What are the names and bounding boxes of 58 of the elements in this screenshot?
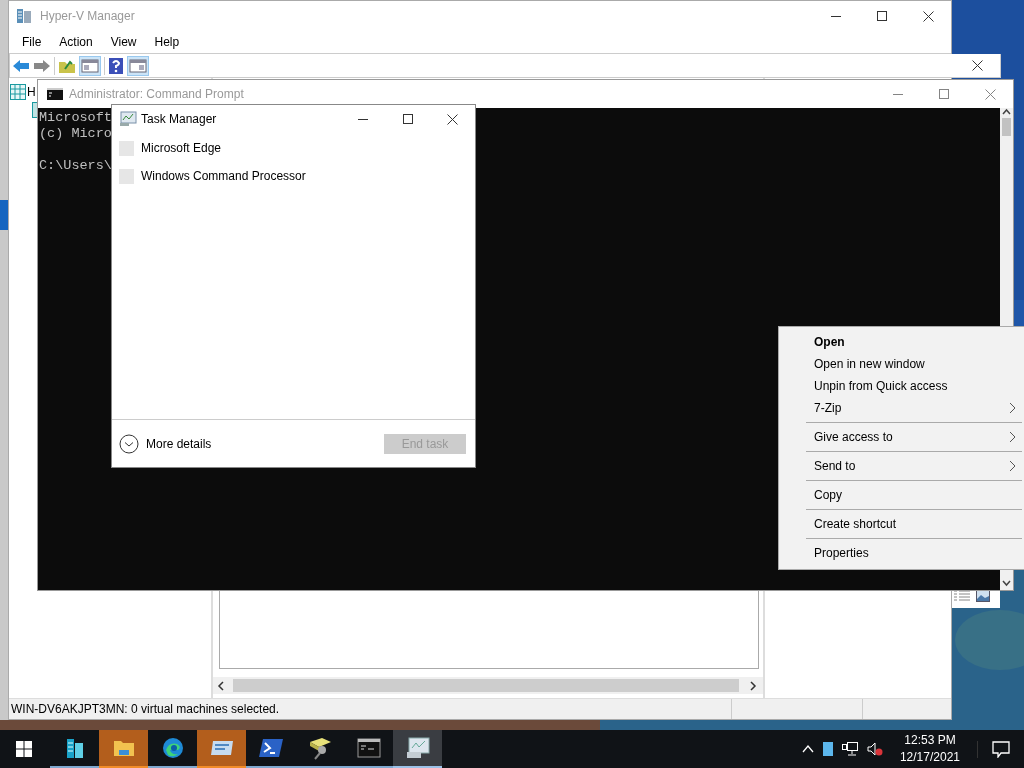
help-icon[interactable] <box>108 56 124 75</box>
console-text: Microsoft <box>39 110 112 125</box>
panel-icon[interactable] <box>80 56 100 75</box>
notification-icon <box>992 740 1010 758</box>
chevron-up-icon[interactable] <box>801 745 814 753</box>
console-text: (c) Micro <box>39 126 112 141</box>
close-icon <box>971 60 983 71</box>
app-name[interactable]: Windows Command Processor <box>141 169 306 183</box>
back-arrow-icon[interactable] <box>12 57 30 74</box>
console-icon <box>47 88 63 100</box>
menu-item[interactable]: Send to <box>779 455 1024 477</box>
status-text: WIN-DV6AKJPT3MN: 0 virtual machines selected. <box>10 702 281 716</box>
menu-item[interactable]: View <box>101 35 146 49</box>
close-icon <box>447 113 458 125</box>
menu-item[interactable]: Give access to <box>779 426 1024 448</box>
taskbar-button[interactable] <box>393 730 442 768</box>
windows-logo-icon <box>16 741 32 757</box>
menu-item[interactable]: Open <box>779 331 1024 353</box>
terminal-icon <box>257 737 284 759</box>
browser-icon <box>160 736 185 760</box>
app-icon <box>119 140 134 156</box>
muted-speaker-icon[interactable] <box>866 742 883 756</box>
window-title: Task Manager <box>141 112 218 126</box>
app-name[interactable]: Microsoft Edge <box>141 141 222 155</box>
forward-arrow-icon[interactable] <box>33 57 51 74</box>
menu-item[interactable]: Copy <box>779 484 1024 506</box>
close-icon <box>984 88 996 100</box>
menu-item[interactable]: Create shortcut <box>779 513 1024 535</box>
maximize-icon <box>939 89 949 99</box>
panel-icon[interactable] <box>128 56 148 75</box>
menu-item[interactable]: File <box>13 35 51 49</box>
maximize-icon <box>877 11 887 21</box>
console-icon <box>356 738 381 758</box>
horizontal-scrollbar[interactable] <box>213 677 763 694</box>
menu-item[interactable]: Open in new window <box>779 353 1024 375</box>
window-title: Administrator: Command Prompt <box>69 87 245 101</box>
tray-app-icon[interactable] <box>822 742 833 756</box>
clock[interactable]: 12:53 PM 12/17/2021 <box>891 732 968 766</box>
menu-item[interactable]: Help <box>145 35 189 49</box>
menu-item[interactable]: Action <box>50 35 102 49</box>
network-icon[interactable] <box>841 742 858 756</box>
tree-item[interactable]: H <box>27 85 36 99</box>
menu-item[interactable]: Properties <box>779 542 1024 564</box>
app-icon <box>119 168 134 184</box>
scrollbar-thumb[interactable] <box>1002 118 1011 136</box>
details-view-icon[interactable] <box>954 590 970 602</box>
monitor-icon <box>119 111 137 127</box>
close-icon <box>922 10 934 22</box>
more-details-link[interactable]: More details <box>146 436 212 451</box>
server-icon <box>16 8 32 24</box>
maximize-icon <box>402 114 413 124</box>
grid-icon <box>10 84 26 100</box>
menu-item[interactable]: 7-Zip <box>779 397 1024 419</box>
monitor-icon <box>404 736 431 760</box>
console-text: C:\Users\ <box>39 158 112 173</box>
window-title: Hyper-V Manager <box>40 9 136 23</box>
menu-item[interactable]: Unpin from Quick access <box>779 375 1024 397</box>
chevron-down-icon[interactable] <box>119 433 139 454</box>
